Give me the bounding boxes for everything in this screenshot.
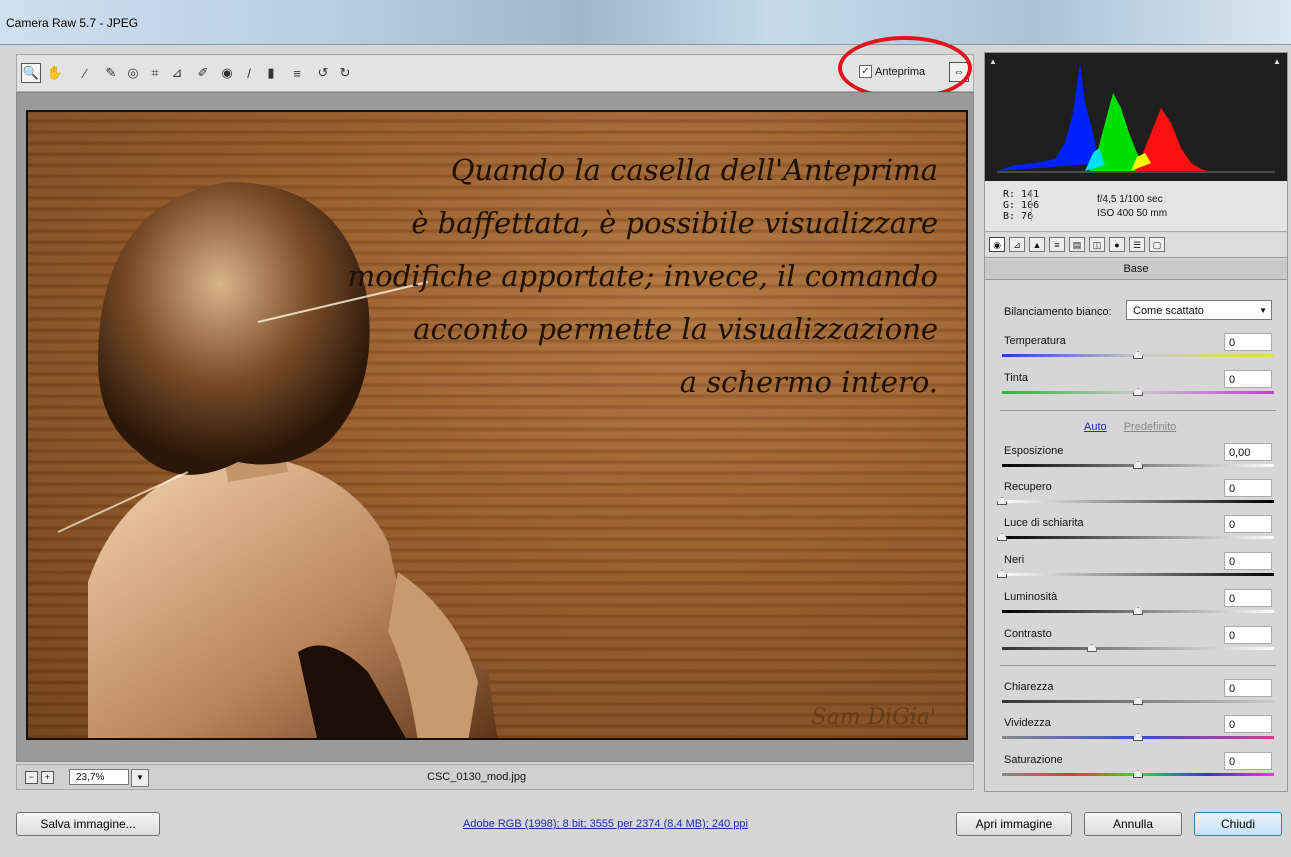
white-balance-label: Bilanciamento bianco: <box>1004 306 1112 318</box>
caption-line: è baffettata, è possibile visualizzare <box>411 206 938 240</box>
slider-track[interactable] <box>1002 573 1274 576</box>
open-image-button[interactable]: Apri immagine <box>956 812 1072 836</box>
slider-label: Temperatura <box>1004 335 1066 347</box>
white-balance-value: Come scattato <box>1133 305 1204 317</box>
panel-tabs: ◉ ⊿ ▲ ≡ ▤ ◫ ● ☰ ▢ <box>985 233 1287 258</box>
canvas-status-bar: − + 23,7% ▼ CSC_0130_mod.jpg <box>16 764 974 790</box>
slider-value-field[interactable]: 0 <box>1224 626 1272 644</box>
slider-value-field[interactable]: 0 <box>1224 515 1272 533</box>
readout-r: R: 141 <box>1003 189 1040 200</box>
done-button[interactable]: Chiudi <box>1194 812 1282 836</box>
workflow-options-link[interactable]: Adobe RGB (1998); 8 bit; 3555 per 2374 (… <box>463 818 748 830</box>
default-link[interactable]: Predefinito <box>1124 421 1177 433</box>
slider-track[interactable] <box>1002 500 1274 503</box>
readout-b: B: 76 <box>1003 211 1034 222</box>
caption-line: modifiche apportate; invece, il comando <box>347 259 938 293</box>
slider-label: Luce di schiarita <box>1004 517 1084 529</box>
window-title: Camera Raw 5.7 - JPEG <box>6 16 139 30</box>
red-eye-tool-icon[interactable]: ◉ <box>217 63 237 83</box>
divider <box>1000 410 1276 411</box>
slider-label: Vividezza <box>1004 717 1051 729</box>
save-image-button[interactable]: Salva immagine... <box>16 812 160 836</box>
color-sampler-tool-icon[interactable]: ✎ <box>101 63 121 83</box>
zoom-dropdown-button[interactable]: ▼ <box>131 769 149 787</box>
filename-label: CSC_0130_mod.jpg <box>427 771 527 783</box>
caption-line: acconto permette la visualizzazione <box>413 312 938 346</box>
slider-value-field[interactable]: 0 <box>1224 752 1272 770</box>
slider-value-field[interactable]: 0,00 <box>1224 443 1272 461</box>
tab-detail-icon[interactable]: ▲ <box>1029 237 1045 252</box>
tab-hsl-icon[interactable]: ≡ <box>1049 237 1065 252</box>
slider-value-field[interactable]: 0 <box>1224 479 1272 497</box>
slider-value-field[interactable]: 0 <box>1224 333 1272 351</box>
caption-line: a schermo intero. <box>679 365 938 399</box>
divider <box>1000 665 1276 666</box>
slider-value-field[interactable]: 0 <box>1224 589 1272 607</box>
slider-value-field[interactable]: 0 <box>1224 370 1272 388</box>
tab-lens-icon[interactable]: ◫ <box>1089 237 1105 252</box>
shadow-clipping-icon[interactable]: ▲ <box>989 57 999 66</box>
auto-default-links: Auto Predefinito <box>1084 421 1176 433</box>
white-balance-tool-icon[interactable]: ⁄ <box>75 63 95 83</box>
annotation-circle <box>838 36 972 100</box>
tab-tone-curve-icon[interactable]: ⊿ <box>1009 237 1025 252</box>
highlight-clipping-icon[interactable]: ▲ <box>1273 57 1283 66</box>
title-bar: Camera Raw 5.7 - JPEG <box>0 0 1291 44</box>
slider-label: Luminosità <box>1004 591 1058 603</box>
readout-separator <box>1031 189 1032 221</box>
slider-label: Esposizione <box>1004 445 1064 457</box>
slider-track[interactable] <box>1002 536 1274 539</box>
caption-line: Quando la casella dell'Anteprima <box>450 153 938 187</box>
slider-value-field[interactable]: 0 <box>1224 715 1272 733</box>
zoom-tool-icon[interactable]: 🔍 <box>21 63 41 83</box>
rotate-left-icon[interactable]: ↺ <box>313 63 333 83</box>
graduated-filter-icon[interactable]: ▮ <box>261 63 281 83</box>
histogram-graph <box>997 63 1275 173</box>
exif-iso: ISO 400 50 mm <box>1097 208 1168 219</box>
exif-exposure: f/4,5 1/100 sec <box>1097 194 1163 205</box>
pixel-readout: R: 141 G: 106 B: 76 f/4,5 1/100 sec ISO … <box>985 181 1287 232</box>
slider-value-field[interactable]: 0 <box>1224 679 1272 697</box>
zoom-out-button[interactable]: − <box>25 771 38 784</box>
target-adjustment-tool-icon[interactable]: ◎ <box>123 63 143 83</box>
chevron-down-icon: ▼ <box>1259 306 1267 315</box>
straighten-tool-icon[interactable]: ⊿ <box>167 63 187 83</box>
tab-calibration-icon[interactable]: ☰ <box>1129 237 1145 252</box>
slider-label: Tinta <box>1004 372 1029 384</box>
slider-label: Saturazione <box>1004 754 1063 766</box>
zoom-in-button[interactable]: + <box>41 771 54 784</box>
preview-image[interactable]: Quando la casella dell'Anteprima è baffet… <box>26 110 968 740</box>
image-signature: Sam DiGia' <box>811 705 937 730</box>
adjustment-brush-icon[interactable]: / <box>239 63 259 83</box>
tab-basic-icon[interactable]: ◉ <box>989 237 1005 252</box>
rotate-right-icon[interactable]: ↻ <box>335 63 355 83</box>
cancel-button[interactable]: Annulla <box>1084 812 1182 836</box>
preferences-icon[interactable]: ≡ <box>287 63 307 83</box>
slider-label: Neri <box>1004 554 1025 566</box>
slider-label: Recupero <box>1004 481 1052 493</box>
toolbar: ✓ Anteprima ⇔ 🔍 ✋ ⁄ ✎ ◎ ⌗ ⊿ ✐ ◉ / ▮ ≡ ↺ ↻ <box>16 54 974 92</box>
slider-label: Chiarezza <box>1004 681 1054 693</box>
auto-link[interactable]: Auto <box>1084 421 1107 433</box>
tab-presets-icon[interactable]: ▢ <box>1149 237 1165 252</box>
histogram: ▲ ▲ <box>985 53 1287 181</box>
tab-split-toning-icon[interactable]: ▤ <box>1069 237 1085 252</box>
spot-removal-tool-icon[interactable]: ✐ <box>193 63 213 83</box>
section-title: Base <box>985 259 1287 280</box>
zoom-level-field[interactable]: 23,7% <box>69 769 129 785</box>
image-caption: Quando la casella dell'Anteprima è baffet… <box>348 144 938 409</box>
slider-track[interactable] <box>1002 647 1274 650</box>
hand-tool-icon[interactable]: ✋ <box>45 63 65 83</box>
chevron-down-icon: ▼ <box>136 773 144 782</box>
tab-effects-icon[interactable]: ● <box>1109 237 1125 252</box>
white-balance-select[interactable]: Come scattato ▼ <box>1126 300 1272 320</box>
crop-tool-icon[interactable]: ⌗ <box>145 63 165 83</box>
slider-value-field[interactable]: 0 <box>1224 552 1272 570</box>
readout-g: G: 106 <box>1003 200 1040 211</box>
slider-label: Contrasto <box>1004 628 1052 640</box>
